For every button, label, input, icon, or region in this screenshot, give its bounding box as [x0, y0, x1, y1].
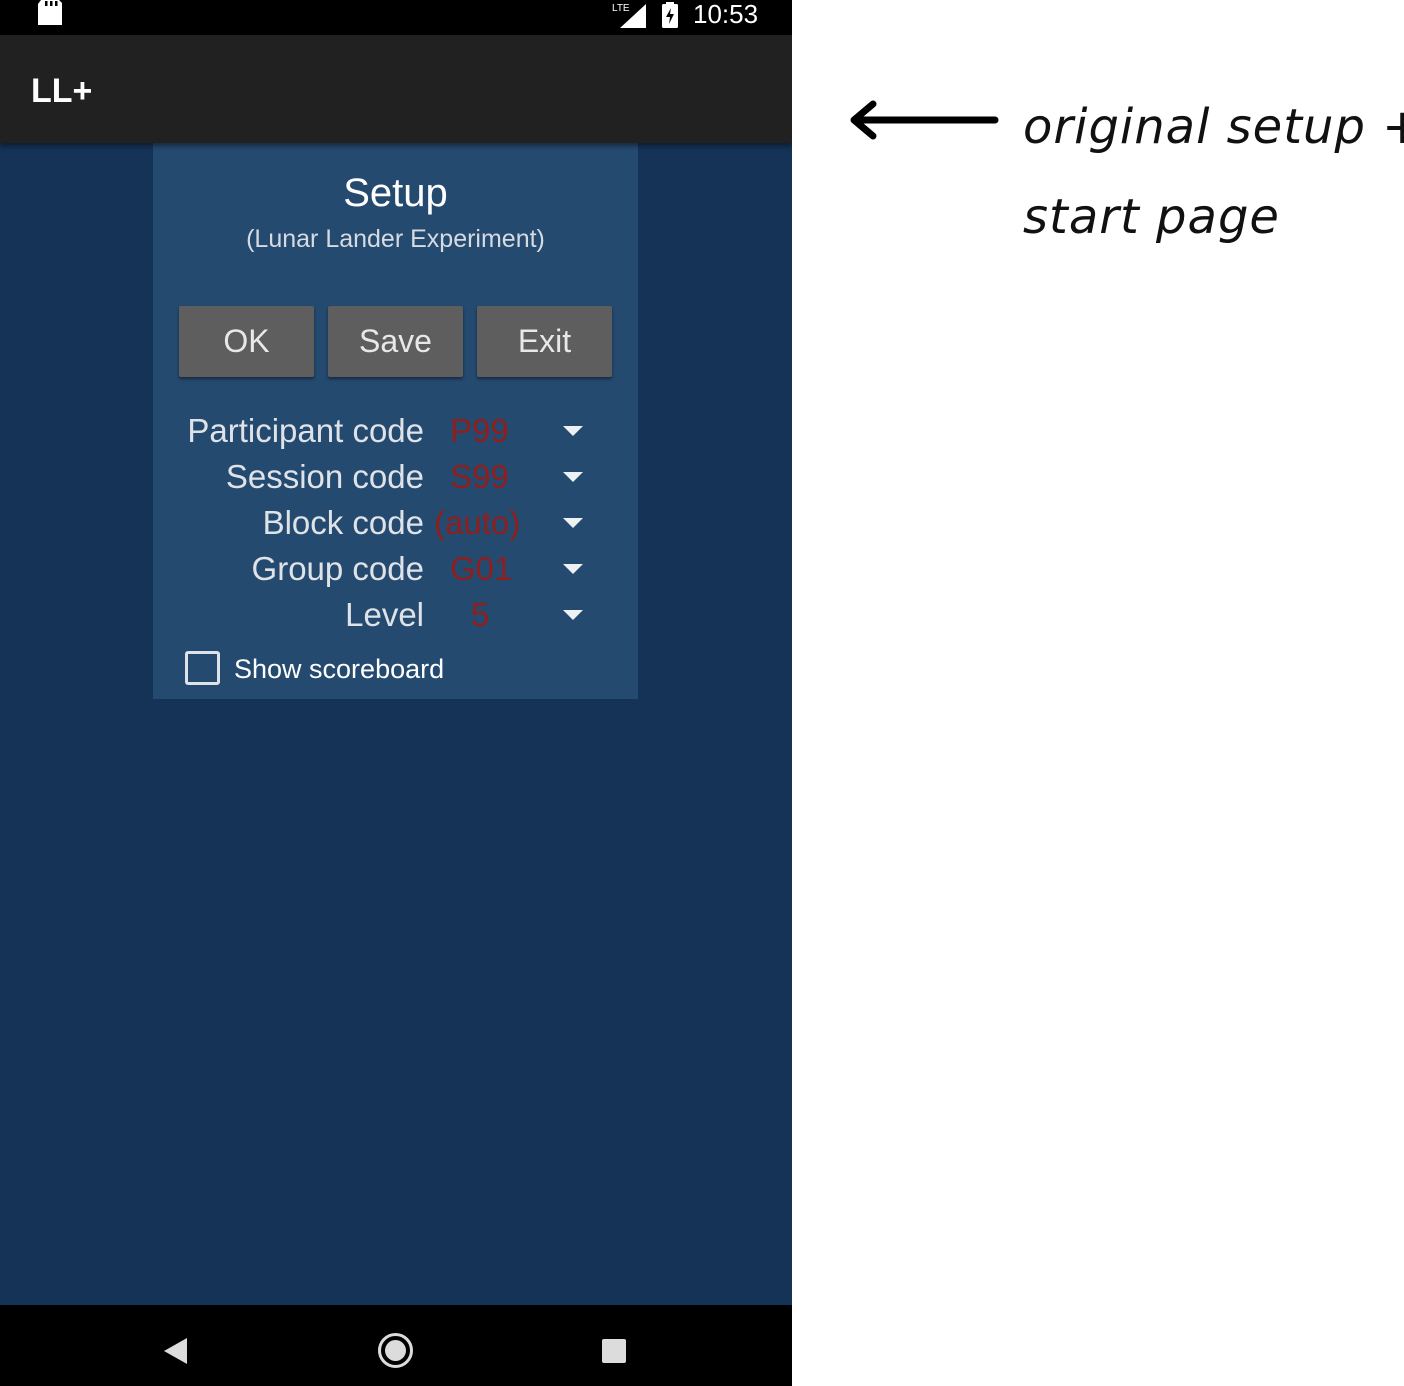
group-code-spinner[interactable]: Group code G01: [153, 546, 638, 592]
battery-charging-icon: [662, 2, 678, 28]
dropdown-arrow-icon[interactable]: [563, 518, 583, 528]
annotation-line-1: original setup +: [1023, 99, 1404, 155]
save-button[interactable]: Save: [328, 306, 463, 377]
group-code-value[interactable]: G01: [450, 546, 550, 592]
app-bar: LL+: [0, 35, 792, 143]
back-icon[interactable]: [164, 1338, 187, 1364]
setup-title: Setup: [343, 171, 448, 215]
home-icon[interactable]: [378, 1333, 413, 1368]
dropdown-arrow-icon[interactable]: [563, 610, 583, 620]
show-scoreboard-label[interactable]: Show scoreboard: [234, 651, 444, 687]
phone-screen: LTE 10:53 LL+ Setup (Lunar Lander Experi…: [0, 0, 792, 1386]
dropdown-arrow-icon[interactable]: [563, 564, 583, 574]
annotation-line-2: start page: [1023, 189, 1280, 245]
participant-code-value[interactable]: P99: [450, 408, 550, 454]
status-time: 10:53: [693, 0, 759, 29]
show-scoreboard-checkbox[interactable]: [185, 651, 220, 685]
block-code-spinner[interactable]: Block code (auto): [153, 500, 638, 546]
group-code-label: Group code: [251, 550, 424, 587]
navigation-bar: [0, 1305, 792, 1386]
signal-icon: LTE: [612, 3, 646, 28]
left-arrow-icon: [850, 100, 999, 140]
status-bar: LTE 10:53: [0, 0, 792, 35]
recents-icon[interactable]: [602, 1339, 626, 1363]
ok-button[interactable]: OK: [179, 306, 314, 377]
block-code-value[interactable]: (auto): [434, 500, 534, 546]
app-title: LL+: [31, 72, 93, 110]
participant-code-spinner[interactable]: Participant code P99: [153, 408, 638, 454]
annotation-caption: original setup + start page: [1023, 82, 1404, 262]
exit-button[interactable]: Exit: [477, 306, 612, 377]
participant-code-label: Participant code: [187, 412, 424, 449]
setup-panel: Setup (Lunar Lander Experiment) OK Save …: [153, 143, 638, 699]
level-label: Level: [345, 596, 424, 633]
session-code-spinner[interactable]: Session code S99: [153, 454, 638, 500]
block-code-label: Block code: [262, 504, 424, 541]
dropdown-arrow-icon[interactable]: [563, 472, 583, 482]
session-code-value[interactable]: S99: [450, 454, 550, 500]
level-value[interactable]: 5: [471, 592, 571, 638]
svg-text:LTE: LTE: [612, 3, 630, 14]
session-code-label: Session code: [225, 458, 424, 495]
setup-subtitle: (Lunar Lander Experiment): [246, 225, 545, 253]
sd-card-icon: [38, 0, 62, 25]
level-spinner[interactable]: Level 5: [153, 592, 638, 638]
dropdown-arrow-icon[interactable]: [563, 426, 583, 436]
